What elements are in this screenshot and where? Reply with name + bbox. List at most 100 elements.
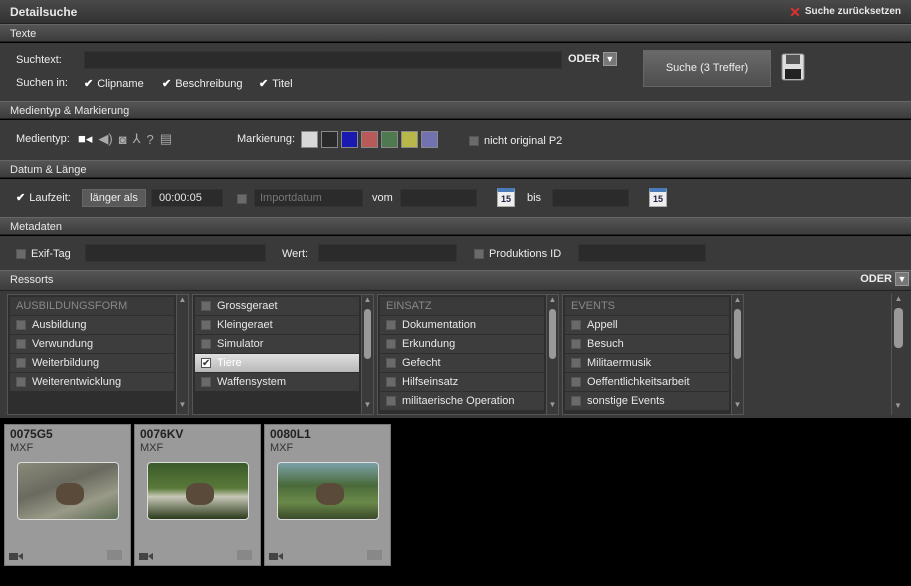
exif-checkbox[interactable]: Exif-Tag (16, 248, 71, 260)
scroll-up-icon[interactable]: ▲ (892, 294, 905, 306)
section-header-ressorts[interactable]: Ressorts ODER ▼ (0, 270, 911, 291)
list-item[interactable]: Ausbildung (10, 316, 174, 334)
laufzeit-input[interactable]: 00:00:05 (151, 189, 223, 207)
info-icon[interactable] (107, 550, 122, 560)
audio-icon[interactable]: ◀) (98, 131, 112, 147)
vom-date-input[interactable] (400, 189, 477, 207)
list-item[interactable]: Gefecht (380, 354, 544, 372)
color-marker-3[interactable] (341, 131, 358, 148)
list-item-label: Erkundung (402, 338, 456, 350)
clip-thumbnail[interactable] (277, 462, 379, 520)
list-scrollbar[interactable]: ▲ ▼ (546, 295, 558, 414)
clip-thumbnail[interactable] (17, 462, 119, 520)
section-header-datum[interactable]: Datum & Länge (0, 160, 911, 178)
color-marker-1[interactable] (301, 131, 318, 148)
scroll-thumb[interactable] (364, 309, 371, 359)
reset-search-button[interactable]: ✕ Suche zurücksetzen (789, 5, 901, 19)
list-item[interactable]: Simulator (195, 335, 359, 353)
section-header-metadaten[interactable]: Metadaten (0, 217, 911, 235)
importdatum-checkbox[interactable] (237, 194, 247, 204)
list-item[interactable]: Verwundung (10, 335, 174, 353)
list-item[interactable]: Erkundung (380, 335, 544, 353)
color-marker-4[interactable] (361, 131, 378, 148)
vom-label: vom (372, 192, 393, 204)
document-icon[interactable]: ▤ (160, 131, 172, 147)
field-clipname-checkbox[interactable]: ✔ Clipname (84, 78, 144, 90)
section-header-texte[interactable]: Texte (0, 24, 911, 42)
list-item[interactable]: Weiterbildung (10, 354, 174, 372)
scroll-down-icon[interactable]: ▼ (892, 401, 904, 413)
unknown-file-icon[interactable]: ? (147, 132, 154, 147)
text-operator-select[interactable]: ODER ▼ (568, 52, 617, 66)
list-scrollbar[interactable]: ▲ ▼ (176, 295, 188, 414)
medientyp-label: Medientyp: (16, 133, 70, 145)
list-scrollbar[interactable]: ▲ ▼ (361, 295, 373, 414)
section-header-medien[interactable]: Medientyp & Markierung (0, 101, 911, 119)
color-marker-5[interactable] (381, 131, 398, 148)
ressorts-scrollbar[interactable]: ▲ ▼ (891, 294, 905, 415)
color-marker-2[interactable] (321, 131, 338, 148)
color-marker-6[interactable] (401, 131, 418, 148)
produktions-checkbox[interactable]: Produktions ID (474, 248, 561, 260)
list-item[interactable]: Dokumentation (380, 316, 544, 334)
wert-input[interactable] (318, 244, 457, 262)
laufzeit-mode-button[interactable]: länger als (82, 189, 146, 207)
video-icon (269, 553, 283, 560)
camera-icon[interactable]: ◙ (119, 132, 127, 147)
scroll-up-icon[interactable]: ▲ (547, 295, 558, 307)
list-item[interactable]: Militaermusik (565, 354, 729, 372)
importdatum-field[interactable]: Importdatum (254, 189, 363, 207)
scroll-up-icon[interactable]: ▲ (732, 295, 743, 307)
list-item[interactable]: militaerische Operation (380, 392, 544, 410)
wert-label: Wert: (282, 248, 309, 260)
calendar-icon[interactable]: 15 (497, 188, 515, 207)
result-card[interactable]: 0075G5 MXF (4, 424, 131, 566)
checkbox-box (386, 358, 396, 368)
list-item[interactable]: Waffensystem (195, 373, 359, 391)
ressorts-operator-select[interactable]: ODER ▼ (860, 272, 909, 286)
p2-checkbox[interactable]: nicht original P2 (469, 135, 562, 147)
suchtext-input[interactable] (84, 51, 562, 69)
list-item[interactable]: sonstige Events (565, 392, 729, 410)
list-item[interactable]: ✔ Tiere (195, 354, 359, 372)
list-item[interactable]: Besuch (565, 335, 729, 353)
scroll-thumb[interactable] (734, 309, 741, 359)
save-icon[interactable] (781, 53, 805, 81)
scroll-down-icon[interactable]: ▼ (177, 400, 188, 412)
color-marker-7[interactable] (421, 131, 438, 148)
field-titel-checkbox[interactable]: ✔ Titel (259, 78, 293, 90)
exif-input[interactable] (85, 244, 266, 262)
calendar-icon[interactable]: 15 (649, 188, 667, 207)
list-item-label: Besuch (587, 338, 624, 350)
search-button[interactable]: Suche (3 Treffer) (643, 50, 771, 87)
checkbox-box (571, 377, 581, 387)
list-item[interactable]: Kleingeraet (195, 316, 359, 334)
field-label: Titel (272, 78, 293, 90)
field-beschreibung-checkbox[interactable]: ✔ Beschreibung (162, 78, 243, 90)
produktions-input[interactable] (578, 244, 706, 262)
scroll-thumb[interactable] (894, 308, 903, 348)
info-icon[interactable] (237, 550, 252, 560)
scroll-down-icon[interactable]: ▼ (547, 400, 558, 412)
ressort-list-4: EVENTS Appell Besuch Militaermusik Oeffentli… (562, 294, 744, 415)
clip-thumbnail[interactable] (147, 462, 249, 520)
scroll-thumb[interactable] (549, 309, 556, 359)
list-item[interactable]: Oeffentlichkeitsarbeit (565, 373, 729, 391)
pdf-icon[interactable]: ⅄ (133, 131, 141, 147)
list-item[interactable]: Weiterentwicklung (10, 373, 174, 391)
scroll-down-icon[interactable]: ▼ (732, 400, 743, 412)
list-scrollbar[interactable]: ▲ ▼ (731, 295, 743, 414)
result-card[interactable]: 0076KV MXF (134, 424, 261, 566)
list-item[interactable]: Appell (565, 316, 729, 334)
scroll-up-icon[interactable]: ▲ (362, 295, 373, 307)
exif-label: Exif-Tag (31, 248, 71, 260)
list-item[interactable]: Hilfseinsatz (380, 373, 544, 391)
result-card[interactable]: 0080L1 MXF (264, 424, 391, 566)
info-icon[interactable] (367, 550, 382, 560)
video-icon[interactable]: ■◂ (78, 131, 92, 147)
list-item[interactable]: Grossgeraet (195, 297, 359, 315)
bis-date-input[interactable] (552, 189, 629, 207)
laufzeit-checkbox[interactable]: ✔ Laufzeit: (16, 192, 71, 204)
scroll-down-icon[interactable]: ▼ (362, 400, 373, 412)
scroll-up-icon[interactable]: ▲ (177, 295, 188, 307)
